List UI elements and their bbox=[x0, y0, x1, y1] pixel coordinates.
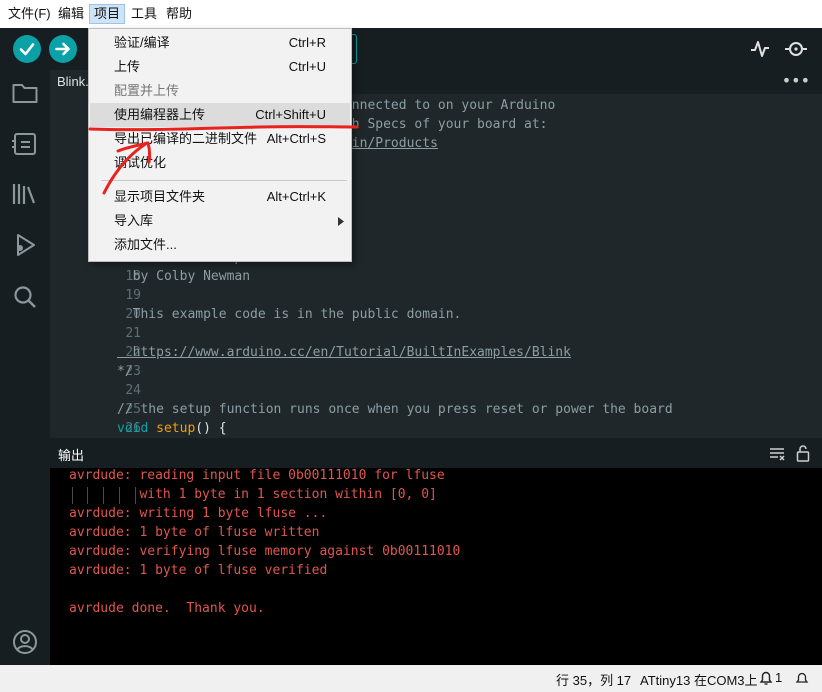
board-manager-icon[interactable] bbox=[12, 132, 38, 156]
cursor-position[interactable]: 行 35，列 17 bbox=[556, 670, 631, 689]
line-number: 24 bbox=[125, 383, 141, 398]
output-line: avrdude done. Thank you. bbox=[69, 601, 265, 616]
menu-bar: 文件(F) 编辑 项目 工具 帮助 bbox=[0, 0, 822, 28]
code-line[interactable]: 25// the setup function runs once when y… bbox=[50, 400, 822, 419]
output-line: avrdude: reading input file 0b00111010 f… bbox=[69, 468, 445, 483]
code-line[interactable]: 18 by Colby Newman bbox=[50, 267, 822, 286]
output-line: with 1 byte in 1 section within [0, 0] bbox=[69, 487, 437, 502]
code-text: by Colby Newman bbox=[117, 269, 251, 284]
punctuation: () { bbox=[195, 421, 227, 436]
menu-item-upload[interactable]: 上传 Ctrl+U bbox=[90, 55, 350, 79]
menu-item-include-library[interactable]: 导入库 bbox=[90, 209, 350, 233]
line-number: 21 bbox=[125, 326, 141, 341]
code-line[interactable]: 23 */ bbox=[50, 362, 822, 381]
lock-icon[interactable] bbox=[796, 445, 810, 462]
board-port-status[interactable]: ATtiny13 在COM3上 bbox=[640, 670, 758, 689]
code-text: This example code is in the public domai… bbox=[117, 307, 462, 322]
output-console[interactable]: avrdude: reading input file 0b00111010 f… bbox=[50, 468, 822, 665]
code-line[interactable]: 19 bbox=[50, 286, 822, 305]
menu-item-add-file[interactable]: 添加文件... bbox=[90, 233, 350, 257]
upload-icon bbox=[55, 42, 70, 56]
clear-output-icon[interactable] bbox=[769, 447, 785, 461]
code-text: // the setup function runs once when you… bbox=[117, 402, 673, 417]
menu-item-show-sketch-folder[interactable]: 显示项目文件夹 Alt+Ctrl+K bbox=[90, 185, 350, 209]
ellipsis-icon[interactable]: ••• bbox=[782, 70, 810, 92]
code-line[interactable]: 21 bbox=[50, 324, 822, 343]
code-text: https://www.arduino.cc/en/Tutorial/Built… bbox=[117, 345, 571, 360]
output-line: avrdude: writing 1 byte lfuse ... bbox=[69, 506, 328, 521]
notification-count: 1 bbox=[775, 670, 783, 685]
upload-button[interactable] bbox=[49, 35, 77, 63]
menu-separator bbox=[101, 180, 347, 181]
serial-plotter-icon[interactable] bbox=[750, 39, 770, 59]
folder-icon[interactable] bbox=[12, 82, 38, 104]
search-icon[interactable] bbox=[12, 284, 38, 310]
notification-bell-icon[interactable] bbox=[795, 671, 809, 686]
library-icon[interactable] bbox=[12, 182, 38, 206]
function-name: setup bbox=[156, 421, 196, 436]
code-line[interactable]: 26 void setup() { bbox=[50, 419, 822, 436]
debug-icon[interactable] bbox=[12, 232, 38, 258]
code-text: void setup() { bbox=[117, 419, 227, 436]
menu-help[interactable]: 帮助 bbox=[162, 5, 196, 23]
output-line: avrdude: 1 byte of lfuse written bbox=[69, 525, 320, 540]
menu-item-configure-upload[interactable]: 配置并上传 bbox=[90, 79, 350, 103]
output-line: avrdude: 1 byte of lfuse verified bbox=[69, 563, 328, 578]
menu-edit[interactable]: 编辑 bbox=[54, 5, 88, 23]
bell-icon[interactable] bbox=[759, 670, 773, 686]
menu-item-optimize-debug[interactable]: 调试优化 bbox=[90, 151, 350, 175]
project-menu-dropdown: 验证/编译 Ctrl+R 上传 Ctrl+U 配置并上传 使用编程器上传 Ctrl+S… bbox=[88, 28, 352, 262]
line-number: 19 bbox=[125, 288, 141, 303]
code-line[interactable]: 20 This example code is in the public do… bbox=[50, 305, 822, 324]
sidebar bbox=[0, 70, 50, 692]
serial-monitor-icon[interactable] bbox=[784, 39, 808, 59]
account-icon[interactable] bbox=[12, 629, 38, 655]
output-title: 输出 bbox=[58, 448, 85, 463]
code-line[interactable]: 22 https://www.arduino.cc/en/Tutorial/Bu… bbox=[50, 343, 822, 362]
menu-file[interactable]: 文件(F) bbox=[4, 5, 55, 23]
menu-project[interactable]: 项目 bbox=[89, 4, 126, 24]
code-text: */ bbox=[117, 364, 133, 379]
menu-tools[interactable]: 工具 bbox=[127, 5, 161, 23]
output-line: avrdude: verifying lfuse memory against … bbox=[69, 544, 461, 559]
verify-icon bbox=[19, 43, 35, 56]
code-line[interactable]: 24 bbox=[50, 381, 822, 400]
menu-item-export-binary[interactable]: 导出已编译的二进制文件 Alt+Ctrl+S bbox=[90, 127, 350, 151]
submenu-arrow-icon bbox=[338, 217, 344, 226]
menu-item-upload-using-programmer[interactable]: 使用编程器上传 Ctrl+Shift+U bbox=[90, 103, 350, 127]
status-bar: 行 35，列 17 ATtiny13 在COM3上 1 bbox=[0, 665, 822, 692]
keyword: void bbox=[117, 421, 149, 436]
menu-item-verify-compile[interactable]: 验证/编译 Ctrl+R bbox=[90, 31, 350, 55]
output-panel-header: 输出 bbox=[50, 438, 822, 468]
verify-button[interactable] bbox=[13, 35, 41, 63]
